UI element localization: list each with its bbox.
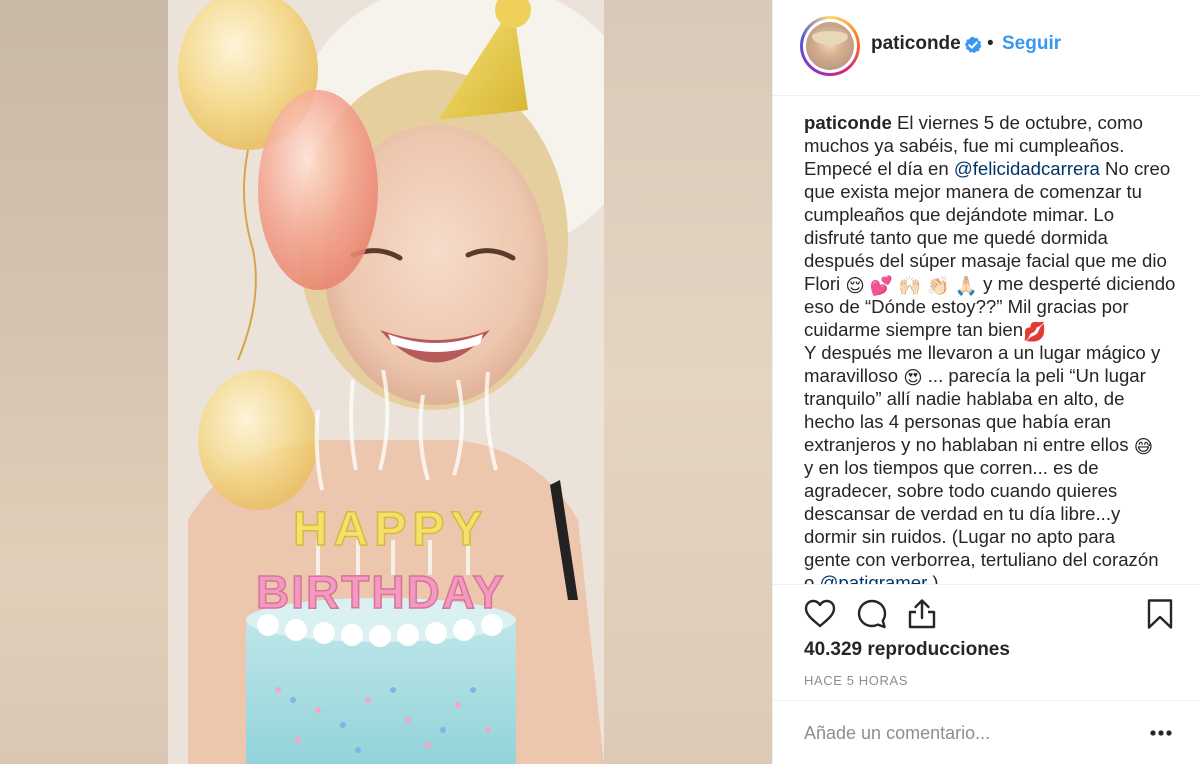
caption-text: El viernes 5 de octubre, como [891,112,1143,133]
caption-line: eso de “Dónde estoy??” Mil gracias por [804,296,1129,317]
caption-text: ... parecía la peli “Un lugar [922,365,1146,386]
caption-line: o @patigramer ) [804,571,1176,584]
heart-eyes-emoji: 😍 [903,367,923,388]
caption-username[interactable]: paticonde [804,112,892,133]
caption-line: descansar de verdad en tu día libre...y [804,503,1121,524]
caption-text: Empecé el día en [804,158,954,179]
view-count[interactable]: 40.329 reproducciones [804,639,1010,661]
caption-line: Flori 😌 💕 🙌🏻 👏🏻 🙏🏻 y me desperté diciend… [804,272,1176,296]
caption-text: y me desperté diciendo [977,273,1176,294]
post-username[interactable]: paticonde [871,33,961,55]
caption-line: hecho las 4 personas que había eran [804,411,1112,432]
caption-line: y en los tiempos que corren... es de [804,457,1099,478]
caption-line: Empecé el día en @felicidadcarrera No cr… [804,157,1176,180]
avatar-ring [803,19,857,73]
media-blur-left [0,0,170,764]
header-separator-dot: • [987,33,994,54]
more-options-icon[interactable] [1147,721,1175,745]
share-icon[interactable] [905,597,939,631]
kiss-emoji: 💋 [1023,321,1047,342]
caption-line: tranquilo” allí nadie hablaba en alto, d… [804,388,1125,409]
heart-icon[interactable] [803,597,837,631]
post-header: paticonde • Seguir [773,0,1200,96]
caption-line: después del súper masaje facial que me d… [804,250,1167,271]
caption-line: que exista mejor manera de comenzar tu [804,181,1142,202]
post-caption: paticonde El viernes 5 de octubre, como … [804,111,1176,584]
follow-button[interactable]: Seguir [1002,33,1061,55]
caption-text: cuidarme siempre tan bien [804,319,1024,340]
post-media[interactable]: HAPPY BIRTHDAY [0,0,772,764]
caption-line: disfruté tanto que me quedé dormida [804,227,1108,248]
avatar-hat-shape [812,28,848,45]
caption-line: Y después me llevaron a un lugar mágico … [804,342,1161,363]
comment-box [773,700,1200,764]
caption-line: extranjeros y no hablaban ni entre ellos… [804,433,1176,457]
caption-text: extranjeros y no hablaban ni entre ellos [804,434,1134,455]
caption-line: agradecer, sobre todo cuando quieres [804,480,1118,501]
post-panel: paticonde • Seguir paticonde El viernes … [772,0,1200,764]
verified-badge-icon [964,36,982,54]
caption-line: cumpleaños que dejándote mimar. Lo [804,204,1115,225]
cake-candle-letters-birthday: BIRTHDAY [256,566,505,618]
mention-link[interactable]: @patigramer [820,572,928,584]
caption-line: maravilloso 😍 ... parecía la peli “Un lu… [804,364,1176,388]
birthday-selfie-illustration: HAPPY BIRTHDAY [168,0,604,764]
mention-link[interactable]: @felicidadcarrera [954,158,1100,179]
avatar-image [806,22,854,70]
caption-line: muchos ya sabéis, fue mi cumpleaños. [804,135,1125,156]
caption-line: paticonde El viernes 5 de octubre, como [804,111,1176,134]
post-timestamp[interactable]: HACE 5 HORAS [804,673,908,688]
caption-text: No creo [1099,158,1171,179]
caption-line: cuidarme siempre tan bien💋 [804,318,1176,342]
caption-line: gente con verborrea, tertuliano del cora… [804,549,1159,570]
caption-line: dormir sin ruidos. (Lugar no apto para [804,526,1116,547]
caption-text: Flori [804,273,846,294]
post-video-frame[interactable]: HAPPY BIRTHDAY [168,0,604,764]
media-blur-right [602,0,772,764]
caption-text: maravilloso [804,365,904,386]
caption-emojis: 😌 💕 🙌🏻 👏🏻 🙏🏻 [845,275,978,296]
comment-input[interactable] [804,719,1124,747]
cake-candle-letters-happy: HAPPY [293,503,488,556]
caption-text: ) [927,572,939,584]
caption-text: o [804,572,820,584]
comment-icon[interactable] [855,597,889,631]
sweat-smile-emoji: 😅 [1133,436,1154,457]
avatar[interactable] [800,16,860,76]
bookmark-icon[interactable] [1143,597,1177,631]
